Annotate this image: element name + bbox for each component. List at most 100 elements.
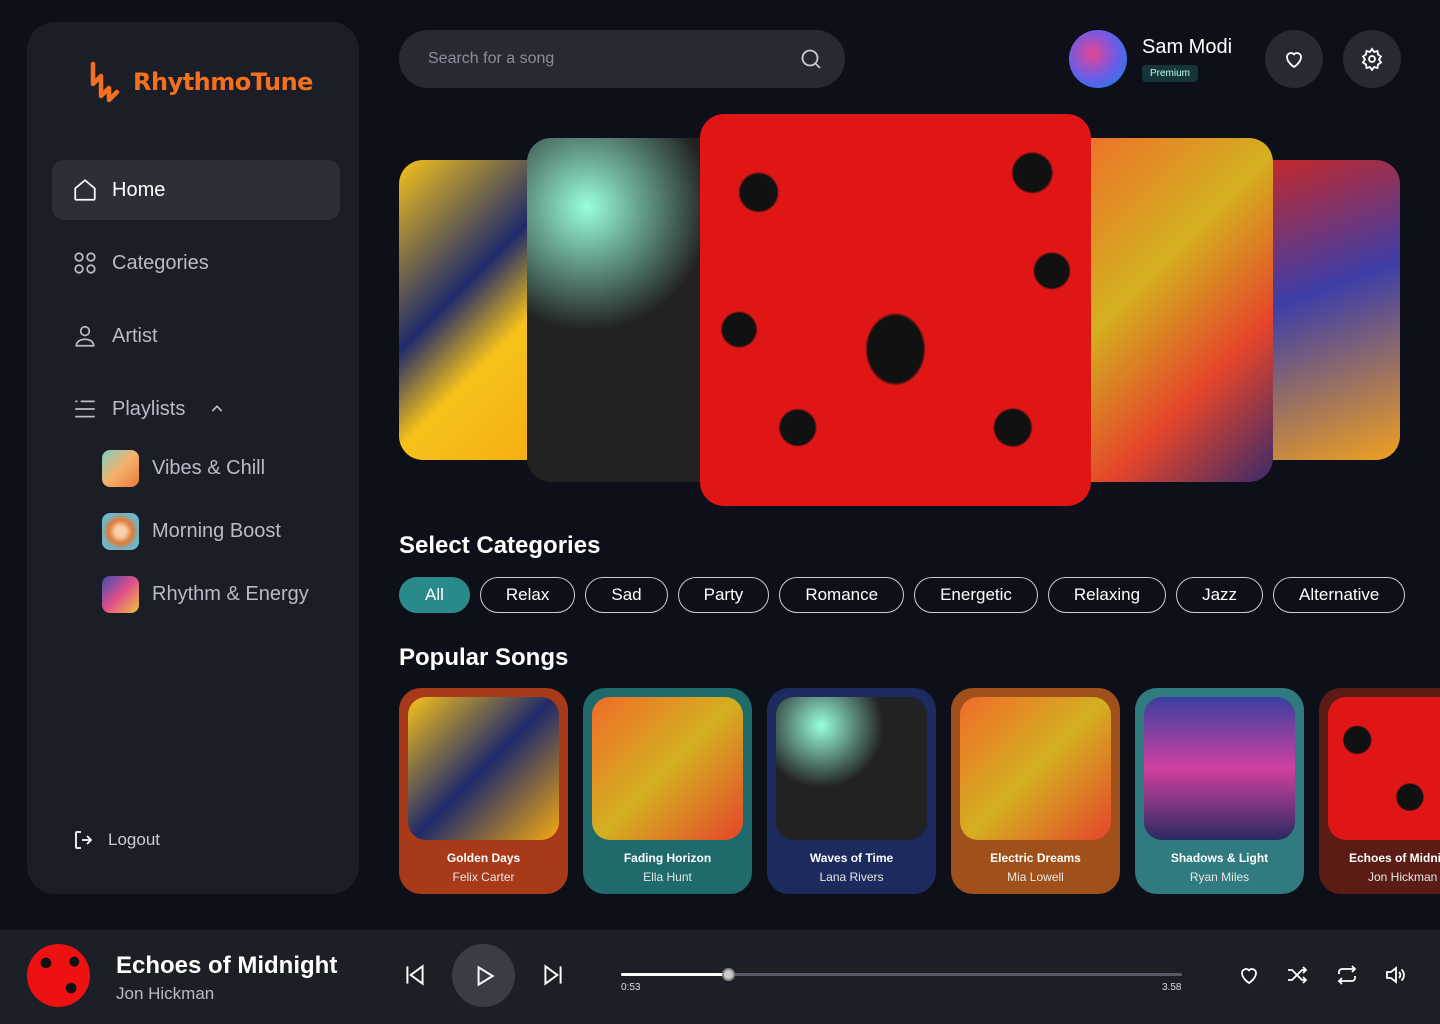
categories-title: Select Categories (399, 532, 601, 559)
nav-label: Artist (112, 324, 158, 347)
gear-icon (1361, 47, 1383, 71)
song-title: Golden Days (446, 851, 521, 865)
chip-alternative[interactable]: Alternative (1273, 577, 1406, 613)
playlist-item[interactable]: Morning Boost (102, 513, 281, 550)
sidebar: RhythmoTune Home Categories Artist Playl… (27, 22, 359, 894)
like-button[interactable] (1236, 962, 1262, 988)
chip-relaxing[interactable]: Relaxing (1047, 577, 1167, 613)
chip-sad[interactable]: Sad (585, 577, 668, 613)
search-bar[interactable] (399, 30, 845, 88)
song-artist: Felix Carter (452, 870, 515, 884)
playlist-thumbnail (102, 450, 139, 487)
playlist-thumbnail (102, 576, 139, 613)
chevron-up-icon[interactable] (209, 401, 225, 417)
nav-artist[interactable]: Artist (52, 306, 340, 366)
song-art (960, 697, 1111, 840)
hero-card[interactable] (1065, 138, 1273, 482)
logout-icon (75, 831, 93, 849)
settings-button[interactable] (1343, 30, 1401, 88)
playlist-item[interactable]: Rhythm & Energy (102, 576, 309, 613)
list-icon (75, 400, 95, 418)
hero-card[interactable] (527, 138, 727, 482)
nav-label: Home (112, 178, 166, 201)
skip-next-icon (544, 964, 562, 986)
favorites-button[interactable] (1265, 30, 1323, 88)
song-card[interactable]: Echoes of Midnight Jon Hickman (1319, 688, 1440, 894)
chip-all[interactable]: All (399, 577, 470, 613)
song-card[interactable]: Electric Dreams Mia Lowell (951, 688, 1120, 894)
popular-title: Popular Songs (399, 644, 569, 671)
current-time: 0:53 (621, 982, 641, 993)
chip-energetic[interactable]: Energetic (914, 577, 1038, 613)
nav-playlists[interactable]: Playlists (52, 379, 340, 439)
avatar[interactable] (1069, 30, 1127, 88)
song-card[interactable]: Waves of Time Lana Rivers (767, 688, 936, 894)
grid-icon (74, 252, 96, 274)
shuffle-button[interactable] (1284, 962, 1310, 988)
chip-relax[interactable]: Relax (479, 577, 576, 613)
now-playing-artist: Jon Hickman (116, 984, 215, 1003)
popular-songs-list: Golden Days Felix Carter Fading Horizon … (399, 688, 1440, 894)
progress-fill (621, 973, 728, 976)
song-art (776, 697, 927, 840)
search-input[interactable] (428, 50, 788, 68)
home-icon (74, 179, 96, 201)
premium-badge: Premium (1142, 65, 1199, 82)
playlist-label: Morning Boost (152, 520, 281, 542)
category-chips: All Relax Sad Party Romance Energetic Re… (399, 577, 1406, 613)
nav-label: Categories (112, 251, 209, 274)
playlist-item[interactable]: Vibes & Chill (102, 450, 265, 487)
skip-previous-icon (406, 964, 424, 986)
progress-bar[interactable] (621, 968, 1182, 981)
song-art (1144, 697, 1295, 840)
player-bar: Echoes of Midnight Jon Hickman 0:53 3.58 (0, 930, 1440, 1024)
playlist-label: Rhythm & Energy (152, 583, 309, 605)
song-title: Electric Dreams (990, 851, 1081, 865)
nav-home[interactable]: Home (52, 160, 340, 220)
next-button[interactable] (538, 960, 568, 990)
song-card[interactable]: Golden Days Felix Carter (399, 688, 568, 894)
play-button[interactable] (452, 944, 515, 1007)
song-artist: Lana Rivers (819, 870, 884, 884)
song-art (592, 697, 743, 840)
song-artist: Ella Hunt (643, 870, 692, 884)
heart-icon (1286, 52, 1302, 69)
now-playing-art[interactable] (27, 944, 90, 1007)
shuffle-icon (1288, 966, 1308, 984)
progress-knob[interactable] (721, 968, 735, 981)
song-title: Echoes of Midnight (1349, 851, 1440, 865)
volume-button[interactable] (1382, 962, 1408, 988)
play-icon (477, 965, 495, 986)
playlist-label: Vibes & Chill (152, 457, 266, 479)
song-title: Fading Horizon (623, 851, 712, 865)
now-playing-title: Echoes of Midnight (116, 952, 338, 979)
chip-party[interactable]: Party (677, 577, 770, 613)
user-icon (75, 325, 95, 347)
nav-label: Playlists (112, 397, 186, 420)
search-icon[interactable] (799, 47, 823, 71)
volume-icon (1386, 966, 1405, 984)
repeat-button[interactable] (1334, 962, 1360, 988)
chip-romance[interactable]: Romance (779, 577, 905, 613)
song-card[interactable]: Fading Horizon Ella Hunt (583, 688, 752, 894)
hero-card-featured[interactable] (700, 114, 1091, 506)
song-art (1328, 697, 1440, 840)
heart-icon (1241, 968, 1257, 985)
song-artist: Mia Lowell (1007, 870, 1064, 884)
repeat-icon (1337, 965, 1357, 985)
user-name: Sam Modi (1142, 36, 1233, 58)
user-profile[interactable]: Sam Modi Premium (1069, 30, 1232, 88)
chip-jazz[interactable]: Jazz (1176, 577, 1264, 613)
app-name: RhythmoTune (133, 68, 313, 96)
app-logo[interactable]: RhythmoTune (89, 60, 313, 104)
nav-categories[interactable]: Categories (52, 233, 340, 293)
previous-button[interactable] (400, 960, 430, 990)
song-artist: Ryan Miles (1189, 870, 1250, 884)
song-card[interactable]: Shadows & Light Ryan Miles (1135, 688, 1304, 894)
total-time: 3.58 (1162, 982, 1182, 993)
song-art (408, 697, 559, 840)
logout-button[interactable]: Logout (72, 828, 160, 852)
logout-label: Logout (108, 830, 160, 849)
playlist-thumbnail (102, 513, 139, 550)
logo-icon (90, 61, 120, 103)
